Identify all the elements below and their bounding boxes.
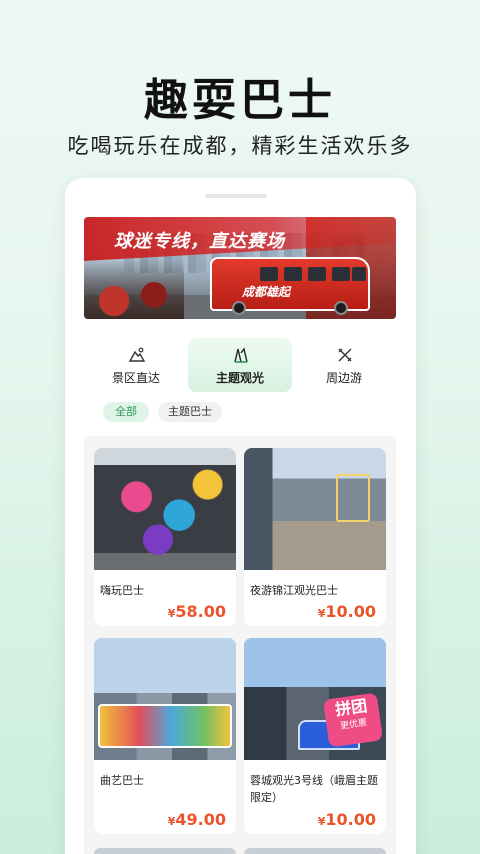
product-card-peek [244, 848, 386, 854]
product-card[interactable]: 曲艺巴士 ¥49.00 [94, 638, 236, 834]
tab-label: 景区直达 [111, 371, 160, 385]
tab-label: 周边游 [325, 371, 362, 385]
product-price: ¥10.00 [317, 602, 376, 621]
hero-title: 趣耍巴士 [144, 75, 336, 126]
bus-text: 成都雄起 [242, 285, 291, 299]
tab-label: 主题观光 [215, 371, 264, 385]
product-name: 嗨玩巴士 [100, 584, 144, 597]
scenic-icon [128, 347, 146, 362]
tab-around[interactable]: 周边游 [292, 338, 396, 392]
around-icon [338, 348, 352, 362]
bus-illustration: 成都雄起 [210, 257, 370, 315]
product-image [244, 448, 386, 570]
product-image [94, 448, 236, 570]
product-card[interactable]: 嗨玩巴士 ¥58.00 [94, 448, 236, 626]
category-tabs: 景区直达 主题观光 周边游 [84, 338, 396, 394]
product-name: 曲艺巴士 [100, 774, 144, 787]
phone-mockup: 球迷专线，直达赛场 成都雄起 景区直达 主题观光 周边游 全部 主题巴士 嗨玩巴… [65, 178, 416, 854]
product-card[interactable]: 拼团 更优惠 蓉城观光3号线（峨眉主题限定） ¥10.00 [244, 638, 386, 834]
phone-notch [205, 194, 267, 198]
promo-banner[interactable]: 球迷专线，直达赛场 成都雄起 [84, 217, 396, 319]
product-image: 拼团 更优惠 [244, 638, 386, 760]
hero-subtitle: 吃喝玩乐在成都，精彩生活欢乐多 [67, 134, 413, 158]
product-card[interactable]: 夜游锦江观光巴士 ¥10.00 [244, 448, 386, 626]
product-price: ¥10.00 [317, 810, 376, 829]
product-card-peek [94, 848, 236, 854]
group-buy-badge: 拼团 更优惠 [322, 692, 384, 748]
filter-all[interactable]: 全部 [103, 402, 149, 422]
tab-scenic[interactable]: 景区直达 [84, 338, 188, 392]
product-name: 夜游锦江观光巴士 [250, 584, 338, 597]
product-grid: 嗨玩巴士 ¥58.00 夜游锦江观光巴士 ¥10.00 曲艺巴士 ¥49.00 … [84, 436, 396, 854]
product-price: ¥58.00 [167, 602, 226, 621]
product-image [94, 638, 236, 760]
filter-theme-bus[interactable]: 主题巴士 [158, 402, 222, 422]
tab-theme[interactable]: 主题观光 [188, 338, 292, 392]
banner-slogan: 球迷专线，直达赛场 [114, 231, 285, 252]
product-name: 蓉城观光3号线（峨眉主题限定） [250, 774, 378, 804]
theme-icon [234, 347, 248, 363]
fans-crowd [84, 259, 184, 319]
product-price: ¥49.00 [167, 810, 226, 829]
